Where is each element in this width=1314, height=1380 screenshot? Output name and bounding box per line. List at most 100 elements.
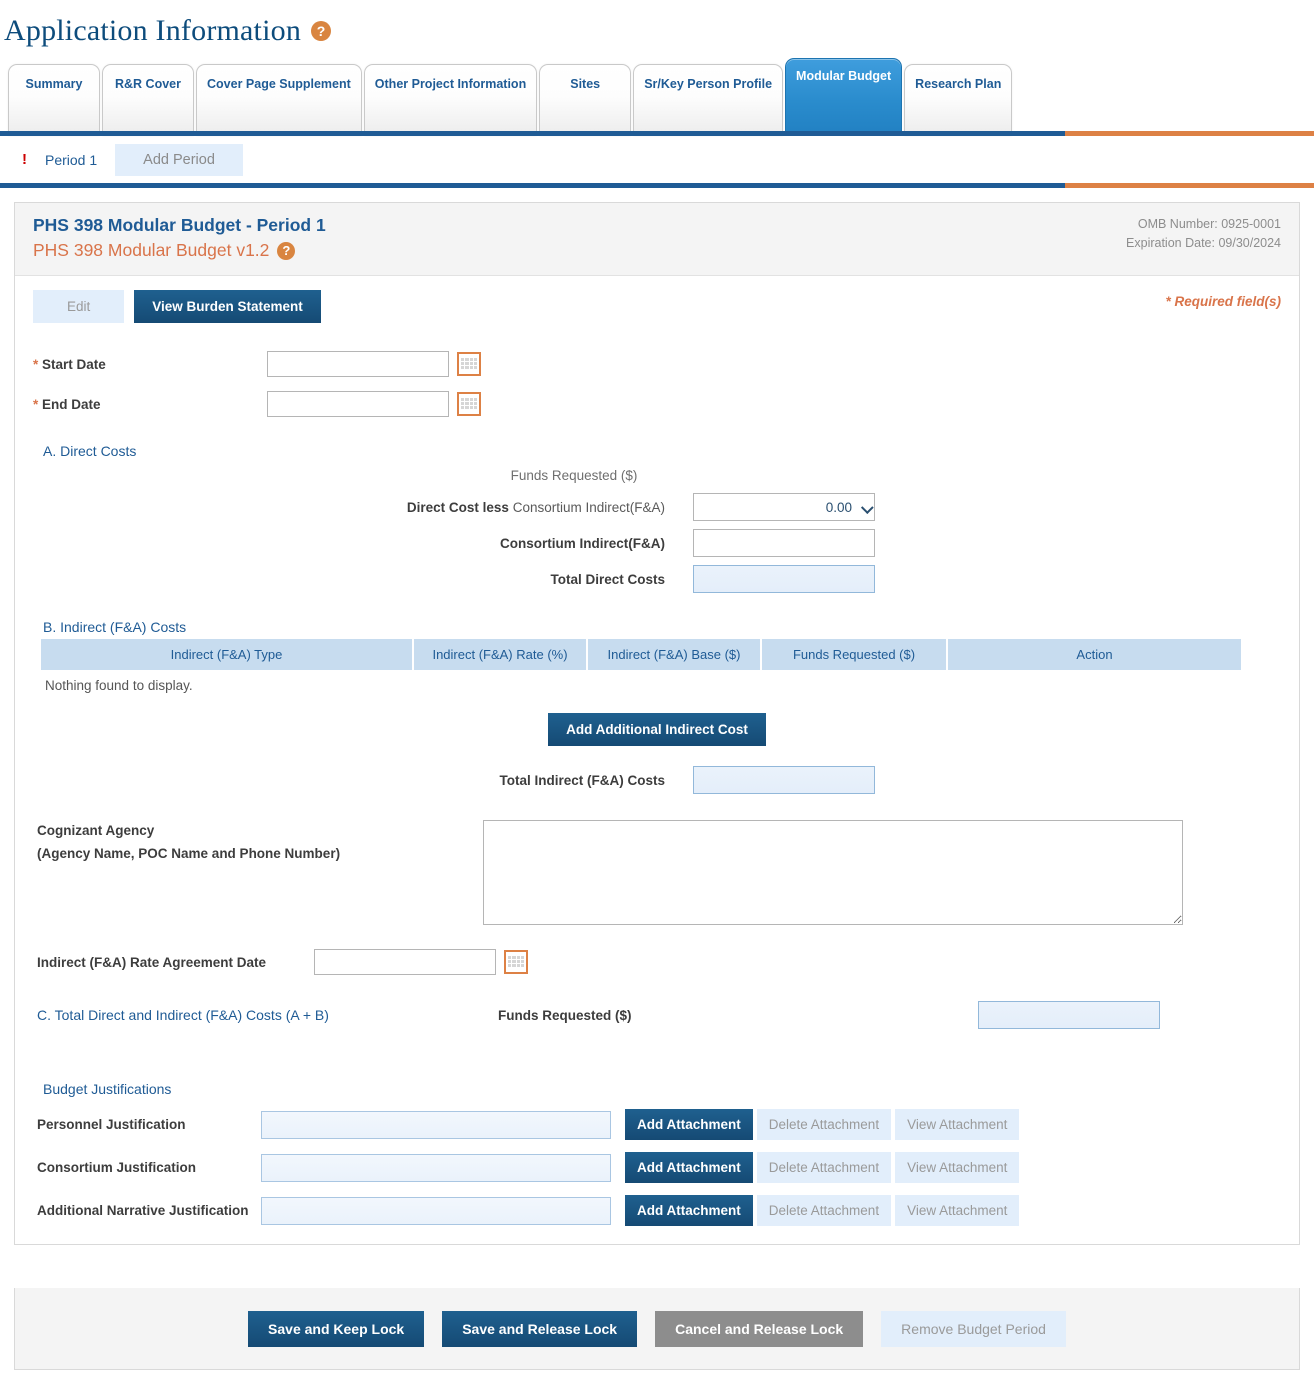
view-attachment-button[interactable]: View Attachment [895, 1195, 1019, 1226]
consortium-justification-label: Consortium Justification [33, 1157, 261, 1179]
table-header-row: Indirect (F&A) Type Indirect (F&A) Rate … [41, 639, 1241, 670]
end-date-row: * End Date [33, 391, 1281, 417]
section-title-total-costs: C. Total Direct and Indirect (F&A) Costs… [33, 1007, 498, 1023]
additional-narrative-justification-label: Additional Narrative Justification [33, 1200, 261, 1222]
start-date-input[interactable] [267, 351, 449, 377]
calendar-icon[interactable] [457, 352, 481, 376]
form-body: * Required field(s) Edit View Burden Sta… [15, 276, 1299, 1244]
tab-label: Cover Page Supplement [207, 77, 351, 91]
cognizant-agency-row: Cognizant Agency (Agency Name, POC Name … [33, 820, 1281, 925]
period-bar: ! Period 1 Add Period [0, 136, 1314, 188]
chevron-down-icon [861, 501, 874, 514]
table-empty-message: Nothing found to display. [45, 678, 1281, 693]
tab-sr-key-person-profile[interactable]: Sr/Key Person Profile [633, 64, 783, 136]
column-header-action: Action [947, 639, 1241, 670]
omb-expiration-date: Expiration Date: 09/30/2024 [1126, 234, 1281, 253]
form-header: PHS 398 Modular Budget - Period 1 PHS 39… [15, 203, 1299, 276]
tab-summary[interactable]: Summary [8, 64, 100, 136]
exclamation-icon: ! [22, 151, 27, 168]
rate-agreement-date-input[interactable] [314, 949, 496, 975]
help-icon[interactable]: ? [311, 21, 331, 41]
add-attachment-button[interactable]: Add Attachment [625, 1109, 753, 1140]
direct-costs-grid: Funds Requested ($) Direct Cost less Con… [33, 467, 1281, 593]
form-footer: Save and Keep Lock Save and Release Lock… [14, 1288, 1300, 1370]
edit-button[interactable]: Edit [33, 290, 124, 323]
omb-info: OMB Number: 0925-0001 Expiration Date: 0… [1126, 215, 1281, 253]
total-direct-indirect-row: C. Total Direct and Indirect (F&A) Costs… [33, 1001, 1281, 1029]
add-additional-indirect-cost-button[interactable]: Add Additional Indirect Cost [548, 713, 766, 746]
section-title-budget-justifications: Budget Justifications [43, 1081, 1281, 1097]
end-date-input[interactable] [267, 391, 449, 417]
total-costs-funds-requested-label: Funds Requested ($) [498, 1008, 978, 1023]
consortium-indirect-row: Consortium Indirect(F&A) [33, 529, 1281, 557]
add-attachment-button[interactable]: Add Attachment [625, 1195, 753, 1226]
form-help-icon[interactable]: ? [277, 242, 295, 260]
calendar-icon[interactable] [504, 950, 528, 974]
delete-attachment-button[interactable]: Delete Attachment [757, 1195, 891, 1226]
tab-research-plan[interactable]: Research Plan [904, 64, 1012, 136]
start-date-label: * Start Date [33, 357, 261, 372]
personnel-justification-buttons: Add Attachment Delete Attachment View At… [625, 1109, 1019, 1140]
total-direct-indirect-value [978, 1001, 1160, 1029]
consortium-indirect-input[interactable] [693, 529, 875, 557]
consortium-justification-input[interactable] [261, 1154, 611, 1182]
tab-sites[interactable]: Sites [539, 64, 631, 136]
budget-form-card: PHS 398 Modular Budget - Period 1 PHS 39… [14, 202, 1300, 1245]
consortium-justification-buttons: Add Attachment Delete Attachment View At… [625, 1152, 1019, 1183]
tab-bar: Summary R&R Cover Cover Page Supplement … [0, 54, 1314, 136]
additional-narrative-justification-input[interactable] [261, 1197, 611, 1225]
total-indirect-costs-value [693, 766, 875, 794]
form-toolbar: Edit View Burden Statement [33, 290, 1281, 323]
rate-agreement-date-row: Indirect (F&A) Rate Agreement Date [33, 949, 1281, 975]
personnel-justification-input[interactable] [261, 1111, 611, 1139]
end-date-label: * End Date [33, 397, 261, 412]
save-and-release-lock-button[interactable]: Save and Release Lock [442, 1311, 637, 1347]
calendar-icon[interactable] [457, 392, 481, 416]
tab-rr-cover[interactable]: R&R Cover [102, 64, 194, 136]
tab-other-project-information[interactable]: Other Project Information [364, 64, 537, 136]
total-indirect-costs-label: Total Indirect (F&A) Costs [33, 773, 693, 788]
section-title-indirect-costs: B. Indirect (F&A) Costs [43, 619, 1281, 635]
tab-modular-budget[interactable]: Modular Budget [785, 58, 902, 136]
direct-cost-less-consortium-select[interactable]: 0.00 [693, 493, 875, 521]
view-attachment-button[interactable]: View Attachment [895, 1152, 1019, 1183]
tab-label: Sr/Key Person Profile [644, 77, 772, 91]
section-title-direct-costs: A. Direct Costs [43, 443, 1281, 459]
add-indirect-cost-row: Add Additional Indirect Cost [33, 713, 1281, 746]
total-direct-costs-value [693, 565, 875, 593]
cognizant-agency-label-line1: Cognizant Agency [37, 820, 483, 843]
cancel-and-release-lock-button[interactable]: Cancel and Release Lock [655, 1311, 863, 1347]
page-title: Application Information [4, 14, 301, 48]
delete-attachment-button[interactable]: Delete Attachment [757, 1152, 891, 1183]
selected-value: 0.00 [826, 500, 852, 515]
start-date-row: * Start Date [33, 351, 1281, 377]
form-subtitle-text: PHS 398 Modular Budget v1.2 [33, 240, 269, 261]
cognizant-agency-textarea[interactable] [483, 820, 1183, 925]
column-header-funds-requested: Funds Requested ($) [761, 639, 947, 670]
remove-budget-period-button[interactable]: Remove Budget Period [881, 1311, 1066, 1347]
delete-attachment-button[interactable]: Delete Attachment [757, 1109, 891, 1140]
total-indirect-costs-row: Total Indirect (F&A) Costs [33, 766, 1281, 794]
orange-accent-segment [1065, 183, 1314, 188]
personnel-justification-label: Personnel Justification [33, 1114, 261, 1136]
period-label[interactable]: Period 1 [45, 152, 97, 168]
tab-label: Research Plan [915, 77, 1001, 91]
funds-requested-header-cell: Funds Requested ($) [33, 467, 693, 485]
consortium-indirect-label: Consortium Indirect(F&A) [33, 536, 693, 551]
personnel-justification-row: Personnel Justification Add Attachment D… [33, 1109, 1281, 1140]
tab-label: Sites [570, 77, 600, 91]
total-direct-costs-label: Total Direct Costs [33, 572, 693, 587]
add-period-button[interactable]: Add Period [115, 144, 243, 176]
cognizant-agency-label: Cognizant Agency (Agency Name, POC Name … [33, 820, 483, 925]
tab-cover-page-supplement[interactable]: Cover Page Supplement [196, 64, 362, 136]
add-attachment-button[interactable]: Add Attachment [625, 1152, 753, 1183]
form-subtitle: PHS 398 Modular Budget v1.2 ? [33, 240, 326, 261]
view-attachment-button[interactable]: View Attachment [895, 1109, 1019, 1140]
page-header: Application Information ? [0, 0, 1314, 54]
tab-label: Other Project Information [375, 77, 526, 91]
omb-number: OMB Number: 0925-0001 [1126, 215, 1281, 234]
additional-narrative-justification-buttons: Add Attachment Delete Attachment View At… [625, 1195, 1019, 1226]
view-burden-statement-button[interactable]: View Burden Statement [134, 290, 321, 323]
column-header-base: Indirect (F&A) Base ($) [587, 639, 761, 670]
save-and-keep-lock-button[interactable]: Save and Keep Lock [248, 1311, 424, 1347]
